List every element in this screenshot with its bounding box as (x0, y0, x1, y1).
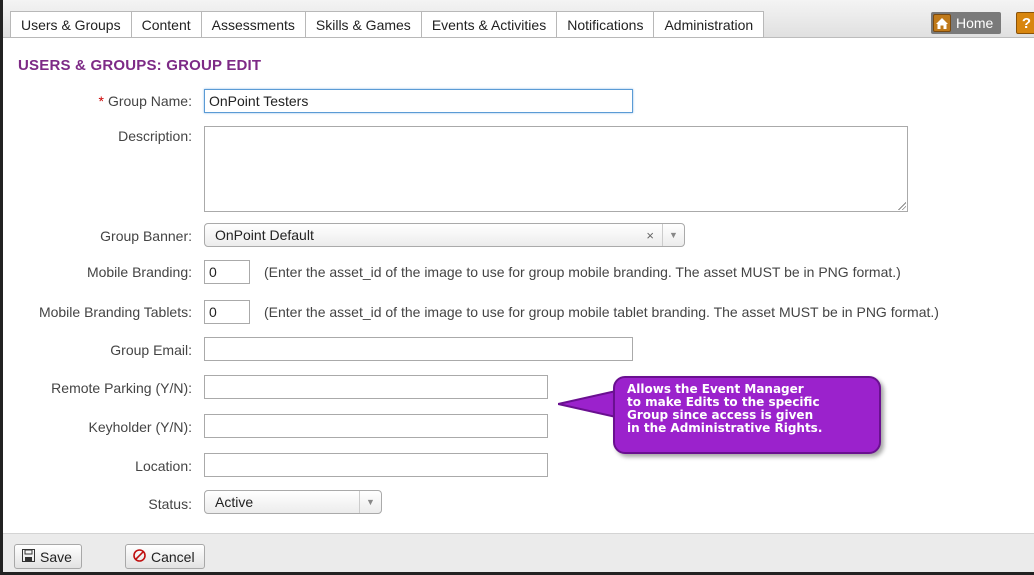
mobile-branding-help: (Enter the asset_id of the image to use … (264, 264, 901, 280)
chevron-down-icon[interactable]: ▼ (359, 491, 381, 513)
group-banner-label: Group Banner: (100, 228, 192, 244)
callout-pointer (558, 389, 617, 419)
keyholder-input[interactable] (204, 414, 548, 438)
tab-content[interactable]: Content (130, 11, 201, 38)
home-label: Home (956, 15, 994, 31)
cancel-label: Cancel (151, 548, 195, 565)
callout-line: in the Administrative Rights. (627, 421, 823, 435)
top-navigation: Users & Groups Content Assessments Skill… (3, 0, 1034, 38)
page-title: USERS & GROUPS: GROUP EDIT (18, 57, 262, 74)
tab-assessments[interactable]: Assessments (200, 11, 305, 38)
status-label: Status: (148, 496, 192, 512)
home-button[interactable]: Home (931, 12, 1002, 34)
description-label: Description: (118, 128, 192, 144)
house-icon (933, 14, 951, 32)
group-email-label: Group Email: (110, 342, 192, 358)
tab-notifications[interactable]: Notifications (556, 11, 654, 38)
group-name-label: * Group Name: (99, 93, 193, 109)
save-label: Save (40, 548, 72, 565)
description-textarea[interactable] (204, 126, 908, 212)
remote-parking-input[interactable] (204, 375, 548, 399)
save-button[interactable]: Save (14, 544, 82, 569)
tab-users-groups[interactable]: Users & Groups (10, 11, 131, 38)
group-banner-select[interactable]: OnPoint Default × ▼ (204, 223, 685, 247)
chevron-down-icon[interactable]: ▼ (662, 224, 684, 246)
group-banner-value: OnPoint Default (215, 227, 314, 243)
mobile-branding-label: Mobile Branding: (86, 264, 192, 280)
mobile-branding-tablets-label: Mobile Branding Tablets: (38, 304, 192, 320)
tab-skills-games[interactable]: Skills & Games (304, 11, 421, 38)
window-frame-left (0, 0, 3, 575)
cancel-icon (133, 548, 146, 565)
help-icon[interactable]: ? (1016, 12, 1034, 34)
mobile-branding-tablets-input[interactable] (204, 300, 250, 324)
clear-icon[interactable]: × (646, 228, 654, 243)
remote-parking-label: Remote Parking (Y/N): (51, 380, 192, 396)
form-footer: Save Cancel (3, 533, 1034, 572)
tab-events-activities[interactable]: Events & Activities (420, 11, 557, 38)
location-input[interactable] (204, 453, 548, 477)
keyholder-label: Keyholder (Y/N): (88, 419, 192, 435)
tab-administration[interactable]: Administration (653, 11, 765, 38)
cancel-button[interactable]: Cancel (125, 544, 205, 569)
status-select[interactable]: Active ▼ (204, 490, 382, 514)
required-marker: * (98, 93, 104, 109)
group-name-label-text: Group Name: (107, 93, 192, 109)
group-email-input[interactable] (204, 337, 633, 361)
nav-tabs: Users & Groups Content Assessments Skill… (10, 11, 765, 38)
annotation-callout: Allows the Event Manager to make Edits t… (613, 376, 881, 454)
group-name-input[interactable] (204, 89, 633, 113)
mobile-branding-tablets-help: (Enter the asset_id of the image to use … (264, 304, 939, 320)
location-label: Location: (135, 458, 192, 474)
save-icon (22, 548, 35, 565)
resize-grip-icon[interactable] (897, 201, 906, 210)
status-value: Active (215, 494, 254, 510)
mobile-branding-input[interactable] (204, 260, 250, 284)
